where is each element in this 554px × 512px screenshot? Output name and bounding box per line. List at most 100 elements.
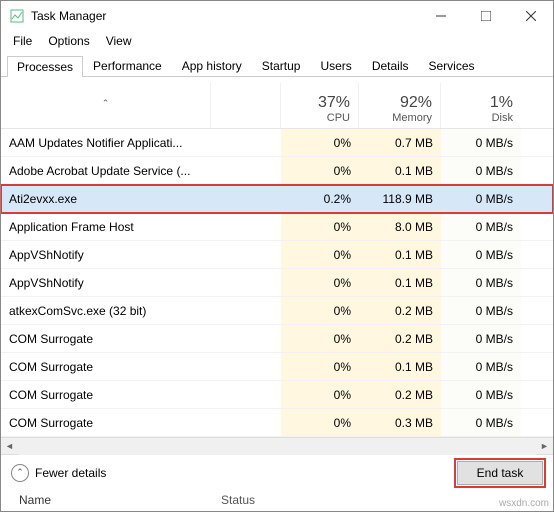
fewer-details-label: Fewer details — [35, 466, 106, 480]
footer: ⌃ Fewer details End task — [1, 454, 553, 490]
process-disk: 0 MB/s — [441, 157, 521, 184]
end-task-button[interactable]: End task — [457, 461, 543, 485]
menu-file[interactable]: File — [5, 32, 40, 50]
process-cpu: 0.2% — [281, 185, 359, 212]
window-title: Task Manager — [31, 9, 106, 23]
horizontal-scrollbar[interactable]: ◄ ► — [1, 437, 553, 454]
process-status — [211, 353, 281, 380]
cpu-usage-pct: 37% — [289, 94, 350, 112]
process-memory: 0.2 MB — [359, 297, 441, 324]
tab-processes[interactable]: Processes — [7, 56, 83, 77]
process-name: Ati2evxx.exe — [1, 185, 211, 212]
process-status — [211, 129, 281, 156]
tab-app-history[interactable]: App history — [172, 55, 252, 76]
process-memory: 0.1 MB — [359, 269, 441, 296]
tab-performance[interactable]: Performance — [83, 55, 172, 76]
process-disk: 0 MB/s — [441, 325, 521, 352]
process-memory: 118.9 MB — [359, 185, 441, 212]
process-memory: 0.1 MB — [359, 157, 441, 184]
process-name: COM Surrogate — [1, 325, 211, 352]
table-row[interactable]: COM Surrogate0%0.2 MB0 MB/s — [1, 381, 553, 409]
table-row[interactable]: Adobe Acrobat Update Service (... 0%0.1 M… — [1, 157, 553, 185]
process-status — [211, 409, 281, 436]
process-cpu: 0% — [281, 353, 359, 380]
minimize-button[interactable] — [418, 1, 463, 31]
process-memory: 0.3 MB — [359, 409, 441, 436]
col-disk[interactable]: 1% Disk — [441, 83, 521, 128]
maximize-button[interactable] — [463, 1, 508, 31]
process-cpu: 0% — [281, 325, 359, 352]
menu-options[interactable]: Options — [40, 32, 97, 50]
process-status — [211, 157, 281, 184]
process-disk: 0 MB/s — [441, 297, 521, 324]
process-disk: 0 MB/s — [441, 241, 521, 268]
process-name: COM Surrogate — [1, 381, 211, 408]
process-list: AAM Updates Notifier Applicati...0%0.7 M… — [1, 129, 553, 437]
table-row[interactable]: AppVShNotify 0%0.1 MB0 MB/s — [1, 241, 553, 269]
process-disk: 0 MB/s — [441, 353, 521, 380]
process-cpu: 0% — [281, 157, 359, 184]
menu-view[interactable]: View — [98, 32, 140, 50]
process-disk: 0 MB/s — [441, 409, 521, 436]
sort-indicator-icon: ⌃ — [9, 98, 202, 109]
tab-bar: Processes Performance App history Startu… — [1, 51, 553, 77]
fewer-details-button[interactable]: ⌃ Fewer details — [11, 464, 106, 482]
close-button[interactable] — [508, 1, 553, 31]
process-cpu: 0% — [281, 269, 359, 296]
process-disk: 0 MB/s — [441, 269, 521, 296]
table-row[interactable]: atkexComSvc.exe (32 bit) 0%0.2 MB0 MB/s — [1, 297, 553, 325]
process-status — [211, 241, 281, 268]
tab-users[interactable]: Users — [310, 55, 361, 76]
disk-usage-pct: 1% — [449, 94, 513, 112]
col-status-spacer[interactable] — [211, 83, 281, 128]
table-row[interactable]: COM Surrogate 0%0.3 MB0 MB/s — [1, 409, 553, 437]
column-headers: ⌃ Name Status 37% CPU 92% Memory 1% Disk — [1, 83, 553, 129]
process-memory: 0.2 MB — [359, 325, 441, 352]
process-disk: 0 MB/s — [441, 381, 521, 408]
col-status-label: Status — [221, 493, 255, 507]
process-cpu: 0% — [281, 297, 359, 324]
tab-services[interactable]: Services — [419, 55, 485, 76]
process-cpu: 0% — [281, 409, 359, 436]
process-disk: 0 MB/s — [441, 213, 521, 240]
process-name: Adobe Acrobat Update Service (... — [1, 157, 211, 184]
menubar: File Options View — [1, 31, 553, 51]
process-status — [211, 381, 281, 408]
process-memory: 0.1 MB — [359, 353, 441, 380]
process-name: AppVShNotify — [1, 269, 211, 296]
scroll-left-icon[interactable]: ◄ — [1, 438, 18, 455]
process-status — [211, 185, 281, 212]
disk-label: Disk — [449, 112, 513, 124]
scroll-track[interactable] — [18, 438, 536, 455]
col-name-label: Name — [19, 493, 51, 507]
process-status — [211, 325, 281, 352]
watermark: wsxdn.com — [499, 498, 549, 509]
col-cpu[interactable]: 37% CPU — [281, 83, 359, 128]
process-disk: 0 MB/s — [441, 129, 521, 156]
process-memory: 8.0 MB — [359, 213, 441, 240]
table-row[interactable]: AAM Updates Notifier Applicati...0%0.7 M… — [1, 129, 553, 157]
process-status — [211, 213, 281, 240]
process-cpu: 0% — [281, 241, 359, 268]
table-row[interactable]: COM Surrogate0%0.1 MB0 MB/s — [1, 353, 553, 381]
process-name: COM Surrogate — [1, 409, 211, 436]
process-name: AppVShNotify — [1, 241, 211, 268]
table-row[interactable]: COM Surrogate 0%0.2 MB0 MB/s — [1, 325, 553, 353]
col-name[interactable]: ⌃ Name Status — [1, 83, 211, 128]
tab-details[interactable]: Details — [362, 55, 419, 76]
titlebar: Task Manager — [1, 1, 553, 31]
process-memory: 0.1 MB — [359, 241, 441, 268]
scroll-right-icon[interactable]: ► — [536, 438, 553, 455]
process-memory: 0.2 MB — [359, 381, 441, 408]
table-row[interactable]: Ati2evxx.exe0.2%118.9 MB0 MB/s — [1, 185, 553, 213]
col-memory[interactable]: 92% Memory — [359, 83, 441, 128]
mem-label: Memory — [367, 112, 432, 124]
process-status — [211, 297, 281, 324]
process-status — [211, 269, 281, 296]
tab-startup[interactable]: Startup — [252, 55, 311, 76]
chevron-up-icon: ⌃ — [11, 464, 29, 482]
process-name: atkexComSvc.exe (32 bit) — [1, 297, 211, 324]
mem-usage-pct: 92% — [367, 94, 432, 112]
table-row[interactable]: Application Frame Host0%8.0 MB0 MB/s — [1, 213, 553, 241]
table-row[interactable]: AppVShNotify 0%0.1 MB0 MB/s — [1, 269, 553, 297]
